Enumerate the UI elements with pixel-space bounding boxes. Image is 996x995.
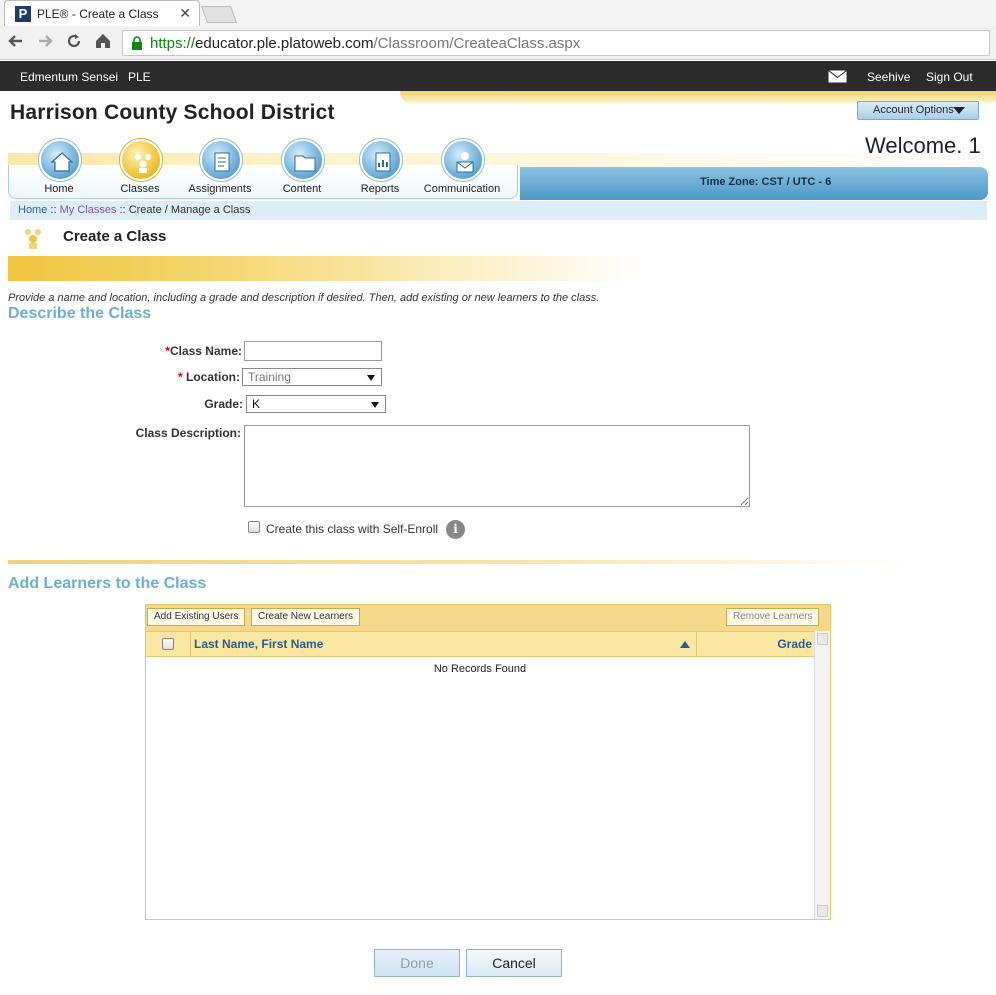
site-header: Harrison County School District Account … bbox=[0, 91, 996, 201]
chevron-down-icon bbox=[367, 375, 375, 381]
location-label: * Location: bbox=[177, 370, 240, 384]
content-icon bbox=[282, 139, 324, 181]
nav-label: Assignments bbox=[188, 183, 252, 195]
breadcrumb-separator: :: bbox=[119, 204, 126, 216]
remove-learners-button[interactable]: Remove Learners bbox=[726, 608, 820, 626]
reports-icon bbox=[360, 139, 402, 181]
nav-label: Home bbox=[44, 183, 74, 195]
new-tab-button[interactable] bbox=[200, 6, 238, 23]
nav-classes[interactable]: Classes bbox=[100, 139, 180, 199]
classes-icon bbox=[120, 139, 162, 181]
add-existing-users-button[interactable]: Add Existing Users bbox=[147, 608, 246, 626]
info-icon[interactable]: i bbox=[446, 520, 465, 539]
section-divider bbox=[8, 560, 908, 564]
grid-toolbar: Add Existing Users Create New Learners R… bbox=[146, 605, 830, 631]
lock-icon bbox=[132, 36, 142, 50]
sign-out-link[interactable]: Sign Out bbox=[926, 70, 973, 84]
class-title-icon bbox=[25, 229, 41, 249]
tab-close-icon[interactable]: ✕ bbox=[179, 5, 191, 22]
nav-reports[interactable]: Reports bbox=[340, 139, 420, 199]
user-name[interactable]: Seehive bbox=[867, 70, 910, 84]
brand-link[interactable]: Edmentum Sensei bbox=[20, 70, 118, 84]
dropdown-triangle-icon bbox=[953, 107, 965, 114]
self-enroll-label: Create this class with Self-Enroll bbox=[266, 522, 439, 536]
district-name: Harrison County School District bbox=[10, 101, 335, 124]
page-title: Create a Class bbox=[63, 228, 167, 245]
timezone-text: Time Zone: CST / UTC - 6 bbox=[700, 176, 832, 188]
back-icon[interactable] bbox=[6, 32, 26, 52]
select-all-checkbox[interactable] bbox=[162, 638, 174, 650]
create-new-learners-button[interactable]: Create New Learners bbox=[251, 608, 361, 626]
nav-label: Communication bbox=[423, 183, 501, 195]
title-gold-bar bbox=[8, 256, 648, 281]
column-header-name[interactable]: Last Name, First Name bbox=[194, 637, 323, 651]
reload-icon[interactable] bbox=[64, 32, 84, 52]
chevron-down-icon bbox=[371, 402, 379, 408]
mail-icon[interactable] bbox=[828, 70, 847, 83]
nav-content[interactable]: Content bbox=[262, 139, 342, 199]
account-options-button[interactable]: Account Options bbox=[857, 101, 979, 120]
browser-tab-strip: P PLE® - Create a Class ✕ bbox=[0, 0, 996, 26]
grid-header: Last Name, First Name Grade bbox=[146, 631, 814, 657]
nav-assignments[interactable]: Assignments bbox=[180, 139, 260, 199]
describe-heading: Describe the Class bbox=[8, 305, 152, 322]
home-browser-icon[interactable] bbox=[93, 32, 113, 52]
nav-label: Content bbox=[282, 183, 322, 195]
scroll-up-icon[interactable] bbox=[817, 633, 828, 645]
nav-home[interactable]: Home bbox=[19, 139, 99, 199]
grade-select[interactable]: K bbox=[246, 395, 386, 413]
column-header-grade[interactable]: Grade bbox=[777, 637, 812, 651]
nav-label: Classes bbox=[120, 183, 160, 195]
class-name-input[interactable] bbox=[244, 341, 382, 361]
class-name-label: *Class Name: bbox=[165, 344, 242, 358]
column-separator bbox=[190, 632, 191, 656]
browser-toolbar: https://educator.ple.platoweb.com/Classr… bbox=[0, 26, 996, 60]
browser-tab[interactable]: P PLE® - Create a Class ✕ bbox=[4, 0, 200, 26]
breadcrumb-separator: :: bbox=[50, 204, 57, 216]
forward-icon[interactable] bbox=[35, 32, 55, 52]
ple-favicon-icon: P bbox=[15, 6, 31, 22]
grade-label: Grade: bbox=[204, 397, 243, 411]
breadcrumb-home[interactable]: Home bbox=[18, 204, 47, 216]
tab-title: PLE® - Create a Class bbox=[37, 7, 159, 21]
breadcrumb-current: Create / Manage a Class bbox=[128, 204, 251, 216]
add-learners-heading: Add Learners to the Class bbox=[8, 575, 207, 592]
nav-communication[interactable]: Communication bbox=[422, 139, 502, 199]
learners-grid: Add Existing Users Create New Learners R… bbox=[145, 604, 831, 920]
sort-ascending-icon[interactable] bbox=[680, 641, 690, 648]
location-select[interactable]: Training bbox=[242, 368, 382, 386]
scroll-down-icon[interactable] bbox=[817, 905, 828, 917]
breadcrumb-my-classes[interactable]: My Classes bbox=[60, 204, 117, 216]
assignments-icon bbox=[200, 139, 242, 181]
class-description-textarea[interactable] bbox=[244, 425, 750, 507]
column-separator bbox=[696, 632, 697, 656]
home-icon bbox=[39, 139, 81, 181]
done-button[interactable]: Done bbox=[374, 949, 460, 977]
description-label: Class Description: bbox=[135, 426, 241, 440]
ple-link[interactable]: PLE bbox=[128, 70, 151, 84]
no-records-text: No Records Found bbox=[433, 663, 527, 675]
breadcrumb: Home :: My Classes :: Create / Manage a … bbox=[10, 201, 987, 220]
intro-text: Provide a name and location, including a… bbox=[8, 292, 600, 304]
site-top-bar: Edmentum Sensei PLE Seehive Sign Out bbox=[0, 61, 996, 91]
communication-icon bbox=[442, 139, 484, 181]
address-bar[interactable]: https://educator.ple.platoweb.com/Classr… bbox=[122, 30, 990, 56]
grid-scrollbar[interactable] bbox=[814, 631, 830, 919]
nav-label: Reports bbox=[360, 183, 400, 195]
url-text: https://educator.ple.platoweb.com/Classr… bbox=[150, 35, 581, 52]
cancel-button[interactable]: Cancel bbox=[466, 949, 562, 977]
self-enroll-checkbox[interactable] bbox=[248, 521, 260, 533]
